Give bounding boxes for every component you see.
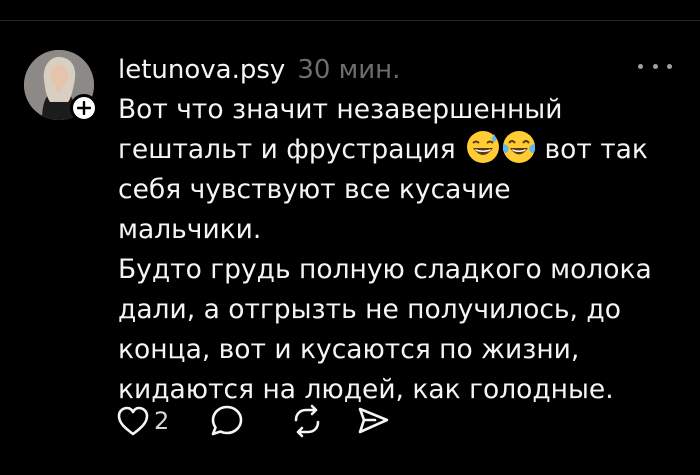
plus-icon: [77, 101, 91, 115]
post-header: letunova.psy 30 мин.: [118, 50, 658, 90]
comment-icon: [211, 405, 243, 436]
post-text: Вот что значит незавершенный гештальт и …: [118, 90, 658, 410]
username[interactable]: letunova.psy: [118, 55, 285, 85]
post-time: 30 мин.: [297, 55, 401, 85]
post-line: Вот что значит незавершенный: [118, 94, 563, 125]
like-count: 2: [154, 407, 170, 435]
action-bar: 2: [116, 404, 391, 438]
post-line-text: гештальт и фрустрация: [118, 134, 456, 165]
post-line-text: вот так: [544, 134, 648, 165]
top-divider: [0, 20, 700, 21]
post-line: Будто грудь полную сладкого молока: [118, 254, 652, 285]
repost-icon: [294, 404, 320, 438]
repost-button[interactable]: [289, 404, 325, 438]
post: letunova.psy 30 мин. Вот что значит неза…: [118, 50, 658, 410]
post-line: себя чувствуют все кусачие мальчики.: [118, 174, 511, 245]
tears-of-joy-emoji: [502, 131, 536, 163]
heart-icon: [117, 406, 149, 436]
like-button[interactable]: 2: [116, 404, 169, 438]
post-line: конца, вот и кусаются по жизни,: [118, 334, 580, 365]
post-line: гештальт и фрустрация вот так: [118, 130, 658, 170]
more-options-button[interactable]: [638, 56, 672, 76]
dot-icon: [667, 63, 672, 69]
follow-plus-button[interactable]: [70, 94, 98, 122]
share-icon: [358, 407, 389, 434]
comment-button[interactable]: [209, 404, 245, 438]
grinning-sweat-emoji: [467, 131, 500, 163]
post-line: дали, а отгрызть не получилось, до: [118, 294, 621, 325]
dot-icon: [638, 63, 643, 69]
dot-icon: [652, 63, 658, 69]
share-button[interactable]: [355, 404, 391, 438]
